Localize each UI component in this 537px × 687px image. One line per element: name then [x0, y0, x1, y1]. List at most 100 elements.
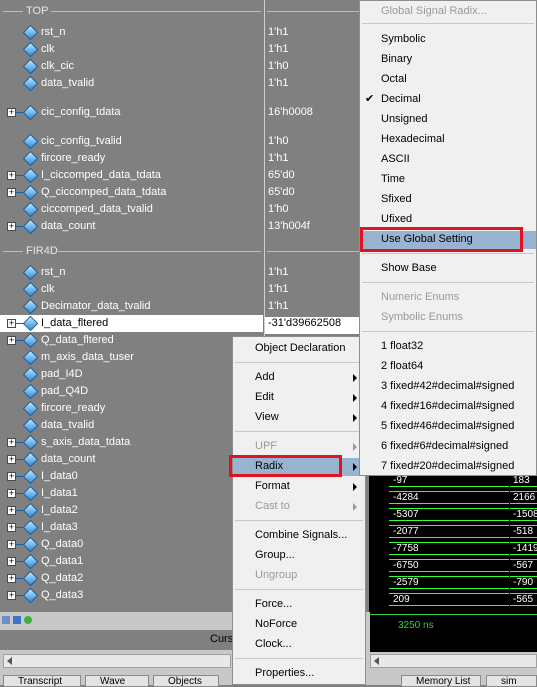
- zoom-icon[interactable]: [2, 616, 10, 624]
- expand-icon[interactable]: +: [7, 455, 16, 464]
- expand-icon[interactable]: +: [7, 188, 16, 197]
- signal-row[interactable]: pad_Q4D: [0, 383, 263, 400]
- signal-row[interactable]: + I_data1: [0, 485, 263, 502]
- group-label-fir4d[interactable]: FIR4D: [26, 245, 58, 257]
- expand-icon[interactable]: +: [7, 438, 16, 447]
- wave-row[interactable]: -7758 -1419: [369, 540, 537, 557]
- radix-option-ascii[interactable]: ASCII: [360, 151, 536, 169]
- menu-item-object-declaration[interactable]: Object Declaration: [233, 340, 365, 358]
- radix-option-numeric-enums[interactable]: Numeric Enums: [360, 289, 536, 307]
- radix-option-global-signal-radix[interactable]: Global Signal Radix...: [360, 3, 536, 21]
- radix-option-sfixed[interactable]: Sfixed: [360, 191, 536, 209]
- radix-option-show-base[interactable]: Show Base: [360, 260, 536, 278]
- expand-icon[interactable]: +: [7, 506, 16, 515]
- radix-option-1-float32[interactable]: 1 float32: [360, 338, 536, 356]
- signal-row[interactable]: clk_cic: [0, 58, 263, 75]
- menu-item-noforce[interactable]: NoForce: [233, 616, 365, 634]
- add-icon[interactable]: [24, 616, 32, 624]
- menu-item-cast-to[interactable]: Cast to: [233, 498, 365, 516]
- signal-row[interactable]: data_tvalid: [0, 75, 263, 92]
- signal-row[interactable]: clk: [0, 281, 263, 298]
- signal-row[interactable]: cic_config_tvalid: [0, 133, 263, 150]
- signal-row[interactable]: + I_data_fltered: [0, 315, 263, 332]
- radix-option-unsigned[interactable]: Unsigned: [360, 111, 536, 129]
- signal-row[interactable]: + I_data3: [0, 519, 263, 536]
- expand-icon[interactable]: +: [7, 171, 16, 180]
- expand-icon[interactable]: +: [7, 222, 16, 231]
- wave-row[interactable]: -6750 -567: [369, 557, 537, 574]
- menu-item-format[interactable]: Format: [233, 478, 365, 496]
- menu-item-force[interactable]: Force...: [233, 596, 365, 614]
- horizontal-scrollbar-left[interactable]: [3, 654, 231, 668]
- menu-item-view[interactable]: View: [233, 409, 365, 427]
- radix-option-4-fixed-16-decimal-signed[interactable]: 4 fixed#16#decimal#signed: [360, 398, 536, 416]
- signal-row[interactable]: pad_I4D: [0, 366, 263, 383]
- expand-icon[interactable]: +: [7, 557, 16, 566]
- signal-row[interactable]: Decimator_data_tvalid: [0, 298, 263, 315]
- expand-icon[interactable]: +: [7, 523, 16, 532]
- signal-row[interactable]: + data_count: [0, 451, 263, 468]
- signal-row[interactable]: ciccomped_data_tvalid: [0, 201, 263, 218]
- signal-row[interactable]: + Q_data2: [0, 570, 263, 587]
- radix-option-octal[interactable]: Octal: [360, 71, 536, 89]
- menu-item-add[interactable]: Add: [233, 369, 365, 387]
- menu-item-properties[interactable]: Properties...: [233, 665, 365, 683]
- radix-option-5-fixed-46-decimal-signed[interactable]: 5 fixed#46#decimal#signed: [360, 418, 536, 436]
- radix-option-time[interactable]: Time: [360, 171, 536, 189]
- expand-icon[interactable]: +: [7, 319, 16, 328]
- expand-icon[interactable]: +: [7, 574, 16, 583]
- expand-icon[interactable]: +: [7, 336, 16, 345]
- tab-objects[interactable]: Objects: [153, 675, 219, 687]
- radix-option-2-float64[interactable]: 2 float64: [360, 358, 536, 376]
- window-icon[interactable]: [13, 616, 21, 624]
- radix-option-symbolic[interactable]: Symbolic: [360, 31, 536, 49]
- radix-option-3-fixed-42-decimal-signed[interactable]: 3 fixed#42#decimal#signed: [360, 378, 536, 396]
- signal-row[interactable]: + I_ciccomped_data_tdata: [0, 167, 263, 184]
- wave-row[interactable]: 209 -565: [369, 591, 537, 608]
- radix-option-decimal[interactable]: ✔ Decimal: [360, 91, 536, 109]
- radix-option-hexadecimal[interactable]: Hexadecimal: [360, 131, 536, 149]
- signal-row[interactable]: + Q_data_fltered: [0, 332, 263, 349]
- signal-row[interactable]: m_axis_data_tuser: [0, 349, 263, 366]
- radix-option-symbolic-enums[interactable]: Symbolic Enums: [360, 309, 536, 327]
- wave-row[interactable]: -2579 -790: [369, 574, 537, 591]
- tab-transcript[interactable]: Transcript: [3, 675, 81, 687]
- expand-icon[interactable]: +: [7, 591, 16, 600]
- scroll-left-icon[interactable]: [374, 657, 379, 665]
- signal-row[interactable]: + Q_ciccomped_data_tdata: [0, 184, 263, 201]
- signal-row[interactable]: rst_n: [0, 24, 263, 41]
- menu-item-upf[interactable]: UPF: [233, 438, 365, 456]
- signal-row[interactable]: + Q_data0: [0, 536, 263, 553]
- wave-row[interactable]: -5307 -1508: [369, 506, 537, 523]
- expand-icon[interactable]: +: [7, 489, 16, 498]
- signal-row[interactable]: fircore_ready: [0, 150, 263, 167]
- menu-item-ungroup[interactable]: Ungroup: [233, 567, 365, 585]
- signal-row[interactable]: + Q_data1: [0, 553, 263, 570]
- signal-row[interactable]: rst_n: [0, 264, 263, 281]
- signal-row[interactable]: + cic_config_tdata: [0, 104, 263, 121]
- tab-wave[interactable]: Wave: [85, 675, 149, 687]
- signal-row[interactable]: fircore_ready: [0, 400, 263, 417]
- menu-item-clock[interactable]: Clock...: [233, 636, 365, 654]
- radix-option-7-fixed-20-decimal-signed[interactable]: 7 fixed#20#decimal#signed: [360, 458, 536, 476]
- horizontal-scrollbar-right[interactable]: [370, 654, 537, 668]
- signal-row[interactable]: clk: [0, 41, 263, 58]
- wave-pane[interactable]: -97 183 -4284 2166 -5307 -1508 -2077 -518 -7758-…: [369, 472, 537, 612]
- signal-row[interactable]: + Q_data3: [0, 587, 263, 604]
- tab-memory-list[interactable]: Memory List: [401, 675, 481, 687]
- radix-option-binary[interactable]: Binary: [360, 51, 536, 69]
- wave-row[interactable]: -4284 2166: [369, 489, 537, 506]
- menu-item-edit[interactable]: Edit: [233, 389, 365, 407]
- expand-icon[interactable]: +: [7, 472, 16, 481]
- signal-row[interactable]: + data_count: [0, 218, 263, 235]
- signal-row[interactable]: + I_data2: [0, 502, 263, 519]
- signal-row[interactable]: data_tvalid: [0, 417, 263, 434]
- expand-icon[interactable]: +: [7, 540, 16, 549]
- toolbar-icons[interactable]: [2, 616, 42, 626]
- menu-item-group[interactable]: Group...: [233, 547, 365, 565]
- signal-row[interactable]: + I_data0: [0, 468, 263, 485]
- signal-tree-pane[interactable]: TOP FIR4D rst_n clk clk_cic data_tvalid + cic…: [0, 0, 263, 612]
- scroll-left-icon[interactable]: [7, 657, 12, 665]
- tab-sim[interactable]: sim: [486, 675, 537, 687]
- group-label-top[interactable]: TOP: [26, 5, 48, 17]
